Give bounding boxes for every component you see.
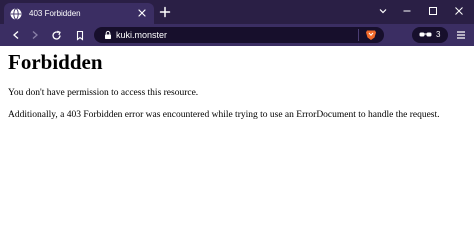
page-content: Forbidden You don't have permission to a… (0, 46, 474, 251)
tab-search-button[interactable] (374, 3, 392, 19)
reload-icon (51, 30, 61, 40)
glasses-icon (419, 31, 432, 39)
url-text[interactable]: kuki.monster (116, 28, 167, 42)
close-icon[interactable] (136, 7, 148, 19)
back-button[interactable] (9, 28, 23, 42)
lock-icon[interactable] (103, 30, 113, 40)
brave-shield-icon[interactable] (365, 29, 377, 41)
new-tab-button[interactable] (158, 5, 172, 19)
extension-count: 3 (436, 30, 441, 39)
address-bar[interactable]: kuki.monster (94, 27, 384, 43)
plus-icon (159, 6, 171, 18)
extension-button[interactable]: 3 (412, 27, 448, 43)
tab-title: 403 Forbidden (29, 9, 81, 18)
forward-button[interactable] (28, 28, 42, 42)
browser-window: 403 Forbidden kuki.monster 3 Forbidden Y… (0, 0, 474, 251)
page-title: Forbidden (8, 50, 103, 74)
chevron-down-icon (379, 9, 387, 14)
bookmark-button[interactable] (73, 28, 87, 42)
menu-icon (457, 31, 465, 39)
reload-button[interactable] (49, 28, 63, 42)
back-icon (13, 31, 19, 39)
maximize-button[interactable] (424, 3, 442, 19)
close-window-button[interactable] (450, 3, 468, 19)
bookmark-icon (76, 30, 84, 41)
menu-button[interactable] (455, 29, 467, 41)
error-detail: Additionally, a 403 Forbidden error was … (8, 110, 440, 120)
forward-icon (32, 31, 38, 39)
globe-icon (10, 7, 22, 20)
tab-strip: 403 Forbidden (0, 0, 474, 24)
maximize-icon (429, 7, 437, 15)
close-icon (455, 7, 463, 15)
minimize-button[interactable] (398, 3, 416, 19)
tab-403-forbidden[interactable]: 403 Forbidden (4, 3, 154, 24)
minimize-icon (403, 10, 411, 12)
url-separator (358, 29, 359, 41)
error-message: You don't have permission to access this… (8, 88, 199, 98)
